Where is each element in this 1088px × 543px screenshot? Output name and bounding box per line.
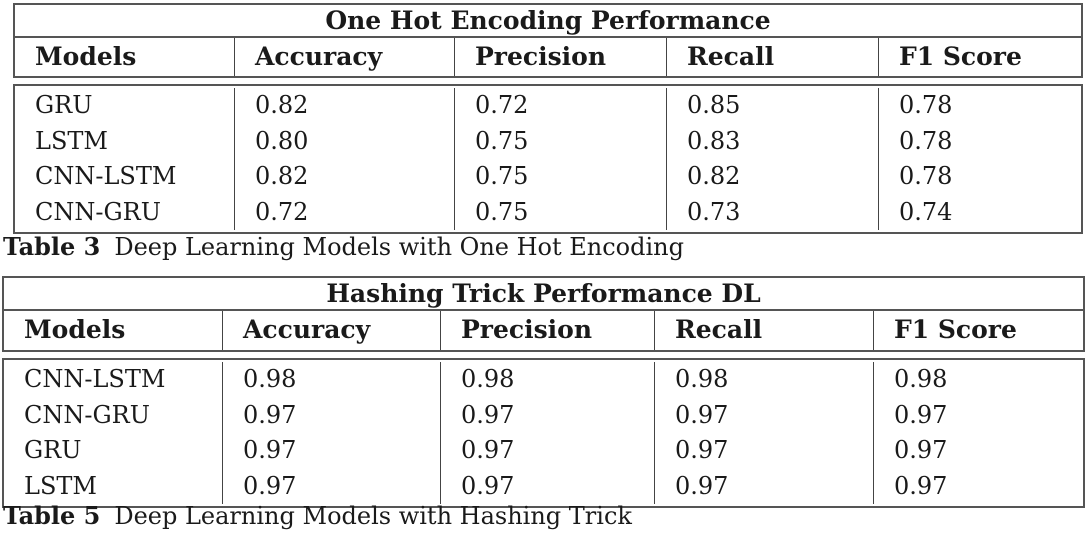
table-row: GRU 0.97 0.97 0.97 0.97 [4, 433, 1083, 469]
table-row: LSTM 0.97 0.97 0.97 0.97 [4, 468, 1083, 504]
table-body: CNN-LSTM 0.98 0.98 0.98 0.98 CNN-GRU 0.9… [2, 358, 1085, 508]
hashing-trick-table: Hashing Trick Performance DL Models Accu… [2, 276, 1085, 508]
table-title: Hashing Trick Performance DL [2, 276, 1085, 310]
table-header-row: Models Accuracy Precision Recall F1 Scor… [13, 37, 1083, 78]
cell-model: LSTM [35, 126, 108, 155]
cell-recall: 0.97 [654, 433, 873, 469]
caption-label: Table 5 [3, 501, 101, 530]
cell-accuracy: 0.97 [222, 397, 440, 433]
cell-precision: 0.97 [440, 433, 654, 469]
cell-model: CNN-LSTM [35, 162, 177, 190]
cell-f1-score: 0.78 [878, 159, 1081, 195]
cell-accuracy: 0.82 [234, 88, 454, 124]
cell-accuracy: 0.72 [234, 194, 454, 230]
table-row: CNN-GRU 0.72 0.75 0.73 0.74 [15, 194, 1081, 230]
column-header-accuracy: Accuracy [234, 38, 454, 76]
cell-precision: 0.75 [454, 123, 666, 159]
cell-model: CNN-LSTM [24, 365, 166, 393]
cell-f1-score: 0.97 [873, 468, 1083, 504]
caption-text: Deep Learning Models with One Hot Encodi… [114, 233, 684, 261]
cell-recall: 0.83 [666, 123, 878, 159]
column-header-recall: Recall [666, 38, 878, 76]
one-hot-encoding-table: One Hot Encoding Performance Models Accu… [13, 3, 1083, 234]
table-caption: Table 3 Deep Learning Models with One Hot… [3, 232, 684, 262]
cell-accuracy: 0.98 [222, 362, 440, 398]
cell-accuracy: 0.97 [222, 468, 440, 504]
table-body: GRU 0.82 0.72 0.85 0.78 LSTM 0.80 0.75 0… [13, 84, 1083, 234]
cell-f1-score: 0.97 [873, 433, 1083, 469]
cell-model: GRU [35, 91, 93, 119]
cell-model: CNN-GRU [35, 197, 161, 226]
table-row: CNN-LSTM 0.98 0.98 0.98 0.98 [4, 362, 1083, 398]
cell-precision: 0.75 [454, 159, 666, 195]
column-header-f1-score: F1 Score [878, 38, 1081, 76]
column-header-precision: Precision [440, 311, 654, 350]
table-caption: Table 5 Deep Learning Models with Hashing… [3, 501, 632, 531]
cell-model: CNN-GRU [24, 400, 150, 429]
cell-precision: 0.75 [454, 194, 666, 230]
caption-text: Deep Learning Models with Hashing Trick [114, 502, 632, 530]
column-header-f1-score: F1 Score [873, 311, 1083, 350]
column-header-recall: Recall [654, 311, 873, 350]
cell-accuracy: 0.82 [234, 159, 454, 195]
table-row: CNN-GRU 0.97 0.97 0.97 0.97 [4, 397, 1083, 433]
table-row: CNN-LSTM 0.82 0.75 0.82 0.78 [15, 159, 1081, 195]
cell-f1-score: 0.97 [873, 397, 1083, 433]
cell-f1-score: 0.74 [878, 194, 1081, 230]
table-row: GRU 0.82 0.72 0.85 0.78 [15, 88, 1081, 124]
cell-recall: 0.97 [654, 397, 873, 433]
cell-f1-score: 0.78 [878, 88, 1081, 124]
cell-f1-score: 0.98 [873, 362, 1083, 398]
cell-precision: 0.98 [440, 362, 654, 398]
column-header-accuracy: Accuracy [222, 311, 440, 350]
cell-f1-score: 0.78 [878, 123, 1081, 159]
column-header-models: Models [35, 42, 137, 71]
cell-recall: 0.85 [666, 88, 878, 124]
caption-label: Table 3 [3, 232, 101, 261]
column-header-models: Models [24, 315, 126, 344]
column-header-precision: Precision [454, 38, 666, 76]
cell-precision: 0.97 [440, 468, 654, 504]
cell-accuracy: 0.97 [222, 433, 440, 469]
cell-recall: 0.73 [666, 194, 878, 230]
cell-recall: 0.97 [654, 468, 873, 504]
cell-precision: 0.72 [454, 88, 666, 124]
cell-precision: 0.97 [440, 397, 654, 433]
cell-model: LSTM [24, 471, 97, 500]
table-header-row: Models Accuracy Precision Recall F1 Scor… [2, 310, 1085, 352]
cell-model: GRU [24, 436, 82, 464]
cell-accuracy: 0.80 [234, 123, 454, 159]
cell-recall: 0.82 [666, 159, 878, 195]
table-title: One Hot Encoding Performance [13, 3, 1083, 37]
table-row: LSTM 0.80 0.75 0.83 0.78 [15, 123, 1081, 159]
cell-recall: 0.98 [654, 362, 873, 398]
